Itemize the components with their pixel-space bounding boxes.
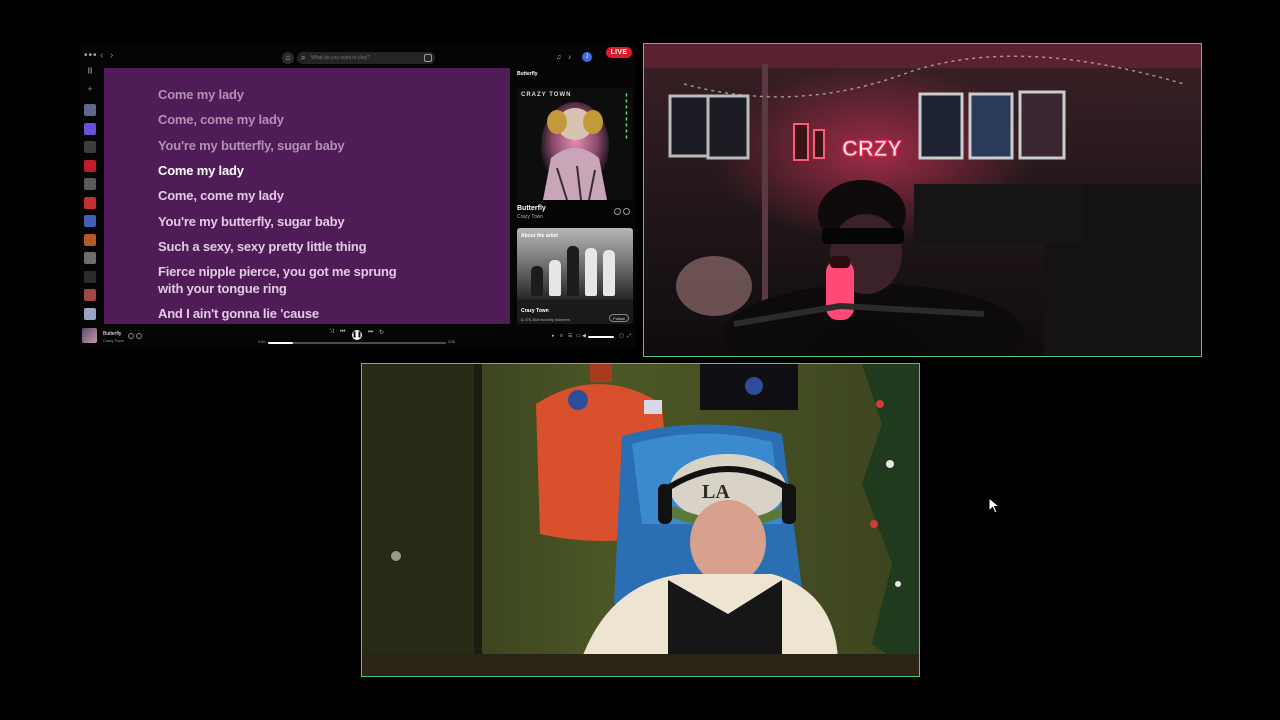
band-member-figure — [531, 266, 543, 296]
pause-icon: ❚❚ — [352, 332, 363, 338]
about-artist-card[interactable]: About the artist Crazy Town 6,376,368 mo… — [517, 228, 633, 324]
library-item-thumbnail[interactable] — [84, 252, 96, 264]
library-sidebar: ||| + — [80, 68, 102, 324]
library-item-thumbnail[interactable] — [84, 233, 96, 246]
band-member-figure — [585, 248, 597, 296]
browse-icon[interactable] — [424, 54, 432, 62]
queue-icon[interactable]: ☰ — [568, 333, 572, 339]
connect-device-icon[interactable]: ▭ — [576, 333, 581, 339]
now-playing-title[interactable]: Butterfly — [103, 331, 121, 337]
shuffle-icon[interactable]: ⤨ — [329, 329, 334, 336]
live-badge: LIVE — [606, 47, 632, 58]
volume-slider[interactable] — [588, 336, 614, 338]
library-item-thumbnail[interactable] — [84, 307, 96, 320]
library-item-thumbnail[interactable] — [84, 215, 96, 227]
cover-title: CRAZY TOWN — [521, 92, 572, 98]
back-arrow-icon[interactable]: ‹ — [100, 50, 103, 61]
progress-fill — [268, 342, 293, 344]
profile-avatar[interactable]: J — [582, 52, 592, 62]
forward-arrow-icon[interactable]: › — [110, 50, 113, 61]
search-input[interactable] — [311, 52, 411, 64]
mini-player-icon[interactable]: ▢ — [619, 333, 624, 339]
music-player-window: ••• ‹ › ⌂ ⌕ ♫ ♪ J LIVE ||| + Come my lad… — [80, 44, 636, 348]
home-button[interactable]: ⌂ — [282, 52, 294, 64]
total-duration: 3:36 — [448, 340, 455, 344]
now-playing-artist[interactable]: Crazy Town — [103, 338, 124, 343]
panel-header: Butterfly — [517, 71, 538, 77]
lyric-line[interactable]: Come, come my lady — [158, 111, 398, 128]
search-bar[interactable]: ⌕ — [297, 52, 435, 64]
library-item-thumbnail[interactable] — [84, 159, 96, 172]
progress-track[interactable] — [268, 342, 446, 344]
webcam-feed: LA — [362, 364, 919, 676]
more-options-icon[interactable] — [623, 208, 630, 215]
lyric-line[interactable]: You're my butterfly, sugar baby — [158, 137, 398, 154]
lyric-line[interactable]: And I ain't gonna lie 'cause — [158, 305, 398, 322]
lyric-line-current[interactable]: Come my lady — [158, 162, 398, 179]
add-to-library-icon[interactable] — [128, 333, 134, 339]
about-artist-label: About the artist — [521, 233, 558, 239]
lyric-line[interactable]: Such a sexy, sexy pretty little thing — [158, 238, 398, 255]
add-icon[interactable]: + — [84, 84, 96, 94]
band-member-figure — [549, 260, 561, 296]
lyrics-panel: Come my lady Come, come my lady You're my … — [104, 68, 510, 324]
webcam-bottom-center: LA — [361, 363, 920, 677]
library-item-thumbnail[interactable] — [84, 270, 96, 283]
now-playing-thumbnail[interactable] — [82, 328, 97, 343]
home-icon: ⌂ — [285, 53, 291, 62]
friends-activity-icon[interactable]: ♫ — [556, 54, 561, 61]
volume-icon[interactable]: ◀ — [582, 333, 586, 339]
lyric-line[interactable]: Come, come my lady — [158, 187, 398, 204]
now-playing-view-icon[interactable]: ▸ — [552, 333, 555, 339]
svg-text:LA: LA — [702, 481, 730, 503]
previous-track-icon[interactable]: ⏮ — [340, 329, 345, 336]
library-item-thumbnail[interactable] — [84, 141, 96, 153]
player-top-bar: ••• ‹ › ⌂ ⌕ ♫ ♪ J LIVE — [80, 44, 636, 68]
svg-text:CRZY: CRZY — [842, 136, 902, 161]
lyric-line[interactable]: Fierce nipple pierce, you got me sprung … — [158, 263, 398, 297]
webcam-top-right: CRZY — [643, 43, 1202, 357]
search-icon: ⌕ — [301, 53, 306, 62]
song-artist[interactable]: Crazy Town — [517, 214, 543, 220]
lyrics-icon[interactable]: ≡ — [560, 333, 563, 339]
album-cover: CRAZY TOWN ▮▮▮▮▮▮▮▮ — [517, 88, 633, 200]
menu-dots-icon[interactable]: ••• — [84, 50, 98, 61]
notifications-icon[interactable]: ♪ — [568, 54, 572, 61]
pause-button[interactable]: ❚❚ — [352, 330, 362, 340]
library-item-thumbnail[interactable] — [84, 289, 96, 301]
library-item-thumbnail[interactable] — [84, 196, 96, 209]
repeat-icon[interactable]: ↻ — [379, 329, 384, 336]
band-member-figure — [567, 246, 579, 296]
webcam-feed: CRZY — [644, 44, 1201, 356]
next-track-icon[interactable]: ⏭ — [368, 329, 373, 336]
picture-in-picture-icon[interactable] — [136, 333, 142, 339]
about-artist-name[interactable]: Crazy Town — [521, 308, 549, 314]
song-title[interactable]: Butterfly — [517, 205, 546, 212]
library-item-thumbnail[interactable] — [84, 178, 96, 190]
library-item-thumbnail[interactable] — [84, 104, 96, 116]
lyric-line[interactable]: You're my butterfly, sugar baby — [158, 213, 398, 230]
cover-side-text-icon: ▮▮▮▮▮▮▮▮ — [624, 92, 629, 140]
follow-button[interactable]: Follow — [609, 314, 629, 322]
monthly-listeners: 6,376,368 monthly listeners — [521, 317, 570, 322]
library-item-thumbnail[interactable] — [84, 122, 96, 135]
fullscreen-icon[interactable]: ⤢ — [627, 333, 631, 339]
playback-bar: Butterfly Crazy Town ⤨ ⏮ ❚❚ ⏭ ↻ 0:34 3:3… — [80, 324, 636, 348]
mouse-cursor-icon — [988, 497, 1001, 514]
lyric-line[interactable]: Come my lady — [158, 86, 398, 103]
album-art — [517, 88, 633, 200]
now-playing-panel: Butterfly CRAZY TOWN ▮▮▮▮▮▮▮▮ Butterfly … — [514, 68, 636, 324]
add-to-playlist-icon[interactable] — [614, 208, 621, 215]
elapsed-time: 0:34 — [258, 340, 265, 344]
library-icon[interactable]: ||| — [84, 68, 96, 74]
band-member-figure — [603, 250, 615, 296]
